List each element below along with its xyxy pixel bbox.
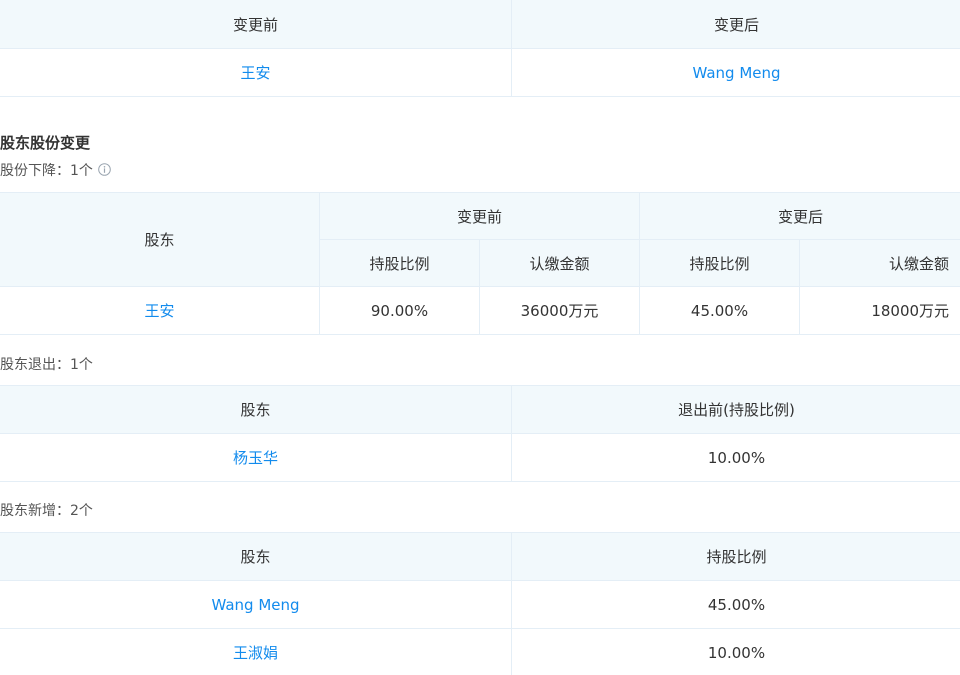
header-ratio: 持股比例: [511, 532, 960, 581]
header-after: 变更后: [639, 192, 960, 240]
exit-label-text: 股东退出：1个: [0, 357, 93, 373]
header-exit-ratio: 退出前(持股比例): [511, 385, 960, 434]
cell-before-amount: 36000万元: [478, 286, 641, 335]
cell-shareholder: 杨玉华: [0, 433, 512, 482]
cell-ratio: 10.00%: [511, 628, 960, 675]
added-label-text: 股东新增：2个: [0, 503, 93, 519]
subheader-after-ratio: 持股比例: [639, 239, 801, 287]
info-circle-icon[interactable]: [98, 162, 111, 176]
header-shareholder: 股东: [0, 532, 512, 581]
shareholder-link[interactable]: Wang Meng: [211, 596, 299, 614]
cell-ratio: 10.00%: [511, 433, 960, 482]
table-row: 王安 90.00% 36000万元 45.00% 18000万元: [0, 286, 960, 335]
shareholder-link[interactable]: Wang Meng: [692, 64, 780, 82]
subheader-before-amount: 认缴金额: [478, 239, 641, 287]
header-shareholder: 股东: [0, 192, 320, 287]
decrease-label-text: 股份下降：1个: [0, 163, 93, 179]
cell-before-ratio: 90.00%: [319, 286, 480, 335]
table-row: 王安 Wang Meng: [0, 48, 960, 97]
shareholder-link[interactable]: 王安: [144, 302, 174, 320]
table-header-row: 变更前 变更后: [0, 0, 960, 49]
decrease-label: 股份下降：1个: [0, 160, 111, 180]
exit-label: 股东退出：1个: [0, 354, 93, 374]
header-before: 变更前: [318, 192, 641, 240]
table-row: Wang Meng 45.00%: [0, 580, 960, 629]
table-header-row: 股东 持股比例: [0, 532, 960, 581]
shareholder-link[interactable]: 王安: [240, 64, 270, 82]
table-header-row: 股东 退出前(持股比例): [0, 385, 960, 434]
share-decrease-table: 股东 变更前 变更后 持股比例 认缴金额 持股比例 认缴金额 王安 90.00%…: [0, 192, 960, 335]
section-title: 股东股份变更: [0, 134, 91, 152]
cell-ratio: 45.00%: [511, 580, 960, 629]
cell-after-amount: 18000万元: [799, 286, 960, 335]
shareholder-added-table: 股东 持股比例 Wang Meng 45.00% 王淑娟 10.00%: [0, 532, 960, 675]
table-row: 王淑娟 10.00%: [0, 628, 960, 675]
table-row: 杨玉华 10.00%: [0, 433, 960, 482]
header-before: 变更前: [0, 0, 512, 49]
cell-after: Wang Meng: [511, 48, 960, 97]
header-shareholder: 股东: [0, 385, 512, 434]
cell-shareholder: Wang Meng: [0, 580, 512, 629]
name-change-table: 变更前 变更后 王安 Wang Meng: [0, 0, 960, 97]
cell-shareholder: 王安: [0, 286, 320, 335]
table-header-row: 股东 变更前 变更后: [0, 192, 960, 287]
added-label: 股东新增：2个: [0, 500, 93, 520]
shareholder-exit-table: 股东 退出前(持股比例) 杨玉华 10.00%: [0, 385, 960, 482]
header-after: 变更后: [511, 0, 960, 49]
cell-before: 王安: [0, 48, 512, 97]
page: 变更前 变更后 王安 Wang Meng 股东股份变更 股份下降：1个 股东 变…: [0, 0, 960, 675]
subheader-after-amount: 认缴金额: [799, 239, 960, 287]
shareholder-link[interactable]: 杨玉华: [233, 449, 278, 467]
cell-shareholder: 王淑娟: [0, 628, 512, 675]
subheader-before-ratio: 持股比例: [319, 239, 480, 287]
shareholder-link[interactable]: 王淑娟: [233, 644, 278, 662]
cell-after-ratio: 45.00%: [639, 286, 801, 335]
